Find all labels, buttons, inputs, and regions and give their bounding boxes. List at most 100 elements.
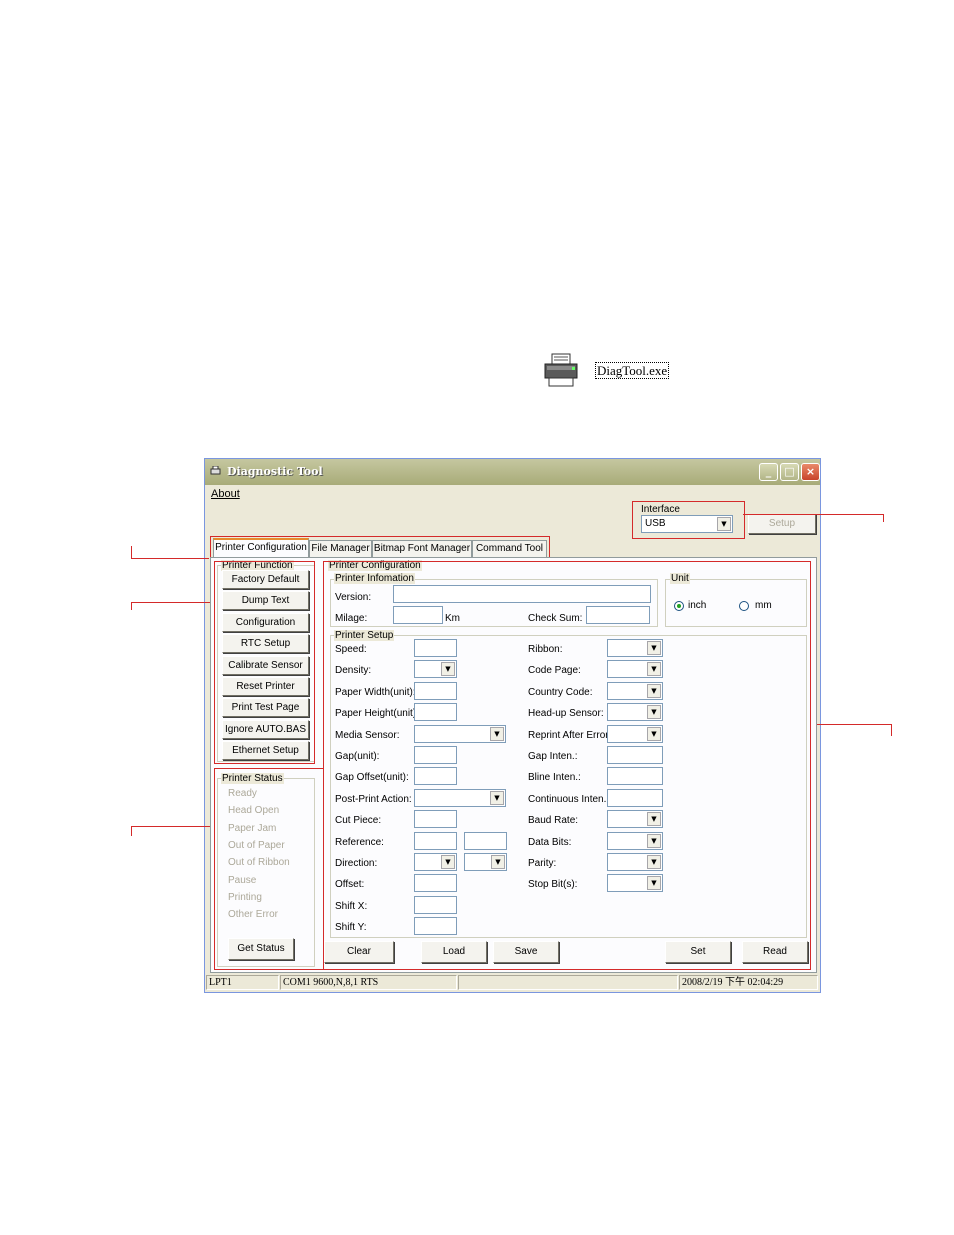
cut-piece-label: Cut Piece: xyxy=(335,815,382,827)
chevron-down-icon[interactable]: ▼ xyxy=(441,855,455,869)
status-empty xyxy=(458,975,678,990)
chevron-down-icon[interactable]: ▼ xyxy=(490,790,504,805)
minimize-button[interactable]: _ xyxy=(759,463,778,481)
chevron-down-icon[interactable]: ▼ xyxy=(647,662,661,677)
save-button[interactable]: Save xyxy=(493,941,559,963)
density-select[interactable]: ▼ xyxy=(414,660,457,679)
chevron-down-icon[interactable]: ▼ xyxy=(647,833,661,848)
offset-field[interactable] xyxy=(414,874,457,893)
continuous-inten-field[interactable] xyxy=(607,788,663,807)
shift-x-label: Shift X: xyxy=(335,900,368,912)
printer-status-highlight xyxy=(214,768,324,970)
printer-setup-title: Printer Setup xyxy=(334,630,395,641)
chevron-down-icon[interactable]: ▼ xyxy=(647,855,661,869)
head-up-sensor-label: Head-up Sensor: xyxy=(528,708,604,720)
media-sensor-select[interactable]: ▼ xyxy=(414,724,506,743)
load-button[interactable]: Load xyxy=(421,941,487,963)
reference-field-1[interactable] xyxy=(414,831,457,850)
cut-piece-field[interactable] xyxy=(414,810,457,829)
paper-height-unit-field[interactable] xyxy=(414,703,457,722)
reprint-after-error-select[interactable]: ▼ xyxy=(607,724,663,743)
clear-button[interactable]: Clear xyxy=(324,941,394,963)
chevron-down-icon[interactable]: ▼ xyxy=(647,705,661,720)
paper-height-unit-label: Paper Height(unit): xyxy=(335,708,419,720)
chevron-down-icon[interactable]: ▼ xyxy=(491,855,505,869)
checksum-label: Check Sum: xyxy=(528,613,583,624)
callout-function-line xyxy=(131,602,210,603)
chevron-down-icon[interactable]: ▼ xyxy=(647,812,661,827)
version-field[interactable] xyxy=(393,585,651,603)
gap-offset-unit-label: Gap Offset(unit): xyxy=(335,772,409,784)
chevron-down-icon[interactable]: ▼ xyxy=(647,726,661,741)
callout-function-tick xyxy=(131,602,132,610)
shift-y-field[interactable] xyxy=(414,917,457,936)
printer-icon[interactable] xyxy=(543,352,581,388)
read-button[interactable]: Read xyxy=(742,941,808,963)
desktop-icon-label[interactable]: DiagTool.exe xyxy=(595,362,670,379)
gap-inten-label: Gap Inten.: xyxy=(528,751,578,762)
reprint-after-error-label: Reprint After Error: xyxy=(528,729,612,741)
unit-title: Unit xyxy=(670,573,690,584)
setup-button[interactable]: Setup xyxy=(748,514,816,534)
reference-field-2[interactable] xyxy=(464,831,507,850)
unit-mm-label: mm xyxy=(755,600,772,611)
close-button[interactable]: × xyxy=(801,463,820,481)
callout-config-tick xyxy=(891,724,892,736)
unit-mm-radio[interactable] xyxy=(739,601,749,611)
code-page-label: Code Page: xyxy=(528,665,581,677)
gap-inten-field[interactable] xyxy=(607,746,663,764)
paper-width-unit-label: Paper Width(unit): xyxy=(335,686,416,698)
baud-rate-select[interactable]: ▼ xyxy=(607,810,663,829)
maximize-button[interactable]: □ xyxy=(780,463,799,481)
country-code-label: Country Code: xyxy=(528,686,593,698)
unit-inch-radio[interactable] xyxy=(674,601,684,611)
continuous-inten-label: Continuous Inten.: xyxy=(528,793,610,805)
milage-field[interactable] xyxy=(393,606,443,624)
data-bits-label: Data Bits: xyxy=(528,836,572,848)
parity-label: Parity: xyxy=(528,858,557,869)
bline-inten-field[interactable] xyxy=(607,767,663,786)
set-button[interactable]: Set xyxy=(665,941,731,963)
parity-select[interactable]: ▼ xyxy=(607,853,663,871)
ribbon-select[interactable]: ▼ xyxy=(607,639,663,657)
chevron-down-icon[interactable]: ▼ xyxy=(647,683,661,698)
bline-inten-label: Bline Inten.: xyxy=(528,772,581,784)
callout-interface-tick xyxy=(883,514,884,522)
stop-bit-s-select[interactable]: ▼ xyxy=(607,874,663,893)
stop-bit-s-label: Stop Bit(s): xyxy=(528,879,578,891)
paper-width-unit-field[interactable] xyxy=(414,681,457,700)
interface-highlight xyxy=(632,501,745,539)
shift-x-field[interactable] xyxy=(414,895,457,914)
chevron-down-icon[interactable]: ▼ xyxy=(647,876,661,891)
post-print-action-select[interactable]: ▼ xyxy=(414,788,506,807)
callout-status-tick xyxy=(131,826,132,836)
menu-about[interactable]: About xyxy=(211,488,240,500)
callout-config-line xyxy=(817,724,892,725)
code-page-select[interactable]: ▼ xyxy=(607,660,663,679)
checksum-field[interactable] xyxy=(586,606,650,624)
chevron-down-icon[interactable]: ▼ xyxy=(647,641,661,655)
callout-status-line xyxy=(131,826,210,827)
data-bits-select[interactable]: ▼ xyxy=(607,831,663,850)
gap-offset-unit-field[interactable] xyxy=(414,767,457,786)
callout-tabs-tick xyxy=(131,546,132,558)
head-up-sensor-select[interactable]: ▼ xyxy=(607,703,663,722)
title-bar[interactable]: Diagnostic Tool _ □ × xyxy=(205,459,820,485)
version-label: Version: xyxy=(335,592,372,603)
callout-tabs-line xyxy=(131,558,209,559)
country-code-select[interactable]: ▼ xyxy=(607,681,663,700)
chevron-down-icon[interactable]: ▼ xyxy=(441,662,455,677)
diagnostic-tool-window: Diagnostic Tool _ □ × About Interface US… xyxy=(204,458,821,993)
printer-function-highlight xyxy=(214,561,315,764)
printer-information-title: Printer Infomation xyxy=(334,573,415,584)
chevron-down-icon[interactable]: ▼ xyxy=(490,726,504,741)
printer-setup-group xyxy=(330,635,807,938)
gap-unit-label: Gap(unit): xyxy=(335,751,380,762)
speed-field[interactable] xyxy=(414,639,457,657)
direction-select-2[interactable]: ▼ xyxy=(464,853,507,871)
direction-select-1[interactable]: ▼ xyxy=(414,853,457,871)
media-sensor-label: Media Sensor: xyxy=(335,729,400,741)
window-title: Diagnostic Tool xyxy=(227,465,323,478)
ribbon-label: Ribbon: xyxy=(528,644,563,655)
gap-unit-field[interactable] xyxy=(414,746,457,764)
